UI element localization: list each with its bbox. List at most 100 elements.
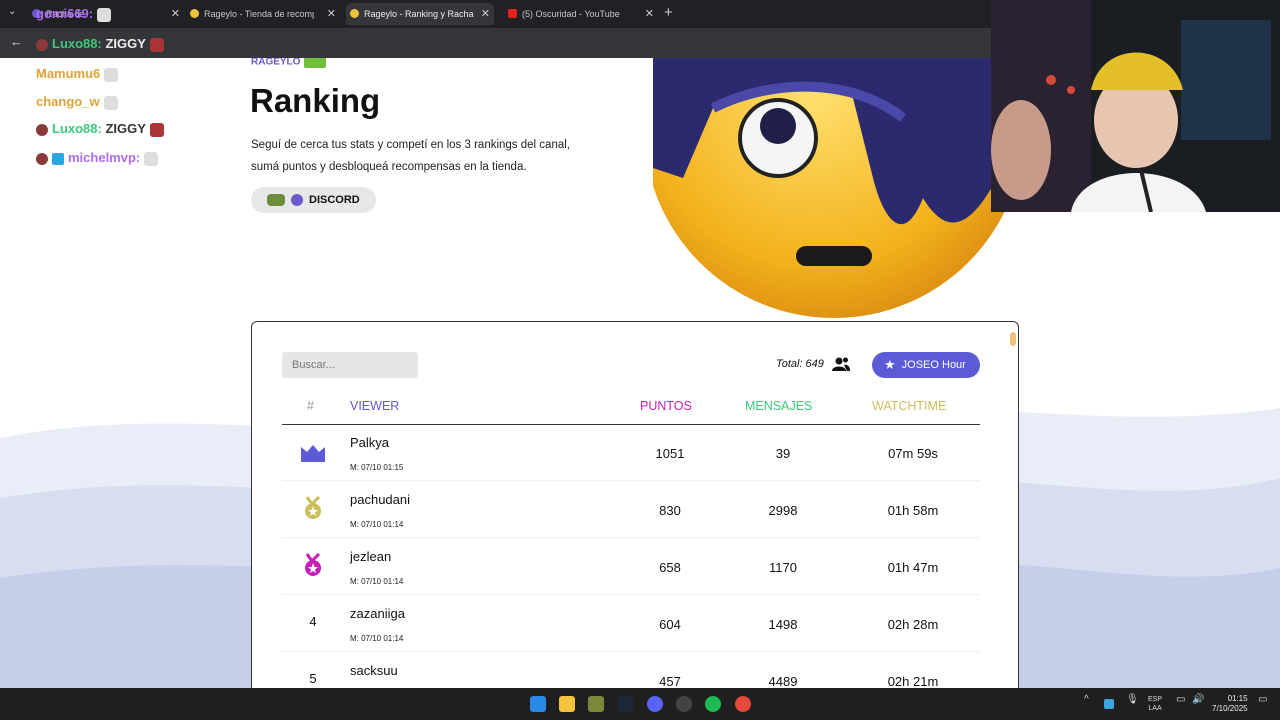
brand-text: RAGEYLO	[251, 58, 301, 68]
watchtime-value: 02h 28m	[887, 617, 939, 632]
tab-close-icon[interactable]: ✕	[645, 7, 654, 20]
chat-username: chango_w	[36, 94, 100, 109]
tab-close-icon[interactable]: ✕	[171, 7, 180, 20]
clock-time: 01:15	[1227, 694, 1248, 703]
search-input[interactable]	[282, 352, 418, 378]
webcam-overlay	[991, 0, 1280, 212]
viewer-last-message-date: M: 07/10 01:14	[350, 577, 404, 586]
chat-text: ZIGGY	[105, 36, 146, 51]
users-icon	[832, 357, 850, 371]
system-clock[interactable]: 01:15 7/10/2025	[1212, 694, 1248, 714]
table-row[interactable]: Palkya M: 07/10 01:15 1051 39 07m 59s	[282, 425, 980, 481]
viewer-name: sacksuu	[350, 663, 398, 678]
emote-icon	[103, 95, 118, 110]
channel-avatar	[653, 58, 1015, 318]
page-description: Seguí de cerca tus stats y competí en lo…	[251, 139, 570, 173]
emote-icon	[144, 151, 159, 166]
viewer-name: zazaniiga	[350, 606, 405, 621]
watchtime-value: 01h 58m	[887, 503, 939, 518]
chat-username: Luxo88:	[52, 121, 102, 136]
column-header-messages[interactable]: MENSAJES	[745, 399, 812, 413]
column-header-watchtime[interactable]: WATCHTIME	[872, 399, 946, 413]
messages-value: 4489	[768, 674, 798, 688]
column-header-points[interactable]: PUNTOS	[640, 399, 692, 413]
page-title: Ranking	[250, 82, 381, 119]
volume-icon[interactable]: 🔊	[1192, 695, 1204, 705]
chat-username: michelmvp:	[68, 150, 141, 165]
chat-message: chango_w	[36, 94, 118, 110]
ranking-table-card: Total: 649 ★ JOSEO Hour # VIEWER PUNTOS …	[251, 321, 1019, 688]
obs-icon[interactable]	[676, 696, 692, 712]
network-icon[interactable]: ▭	[1176, 695, 1185, 705]
tab-label: (5) Oscuridad - YouTube	[522, 9, 620, 19]
gold-medal-icon	[305, 496, 321, 519]
tab-favicon-icon	[190, 9, 199, 18]
chat-username: Luxo88:	[52, 36, 102, 51]
minecraft-icon[interactable]	[588, 696, 604, 712]
tab-label: Rageylo - Tienda de recompen	[204, 9, 314, 19]
tab-4[interactable]: (5) Oscuridad - YouTube ✕	[508, 3, 654, 25]
column-header-rank: #	[307, 399, 314, 413]
keyboard-layout: LAA	[1148, 705, 1162, 712]
steam-icon[interactable]	[617, 696, 633, 712]
messages-value: 2998	[768, 503, 798, 518]
file-explorer-icon[interactable]	[559, 696, 575, 712]
chrome-icon[interactable]	[735, 696, 751, 712]
crown-icon	[301, 445, 325, 462]
tab-search-menu-icon[interactable]: ⌄	[8, 6, 16, 17]
discord-icon[interactable]	[647, 696, 663, 712]
chat-username: Mamumu6	[36, 66, 101, 81]
emote-icon	[149, 37, 164, 52]
points-value: 830	[659, 503, 681, 518]
chat-text: ZIGGY	[105, 121, 146, 136]
tab-label: Rageylo - Ranking y Racha de	[364, 9, 474, 19]
tab-3-active[interactable]: Rageylo - Ranking y Racha de ✕	[346, 3, 494, 25]
discord-label: DISCORD	[309, 194, 360, 206]
star-icon: ★	[884, 357, 896, 372]
joseo-hour-button[interactable]: ★ JOSEO Hour	[872, 352, 980, 378]
brand-emote-icon	[304, 58, 327, 68]
viewer-name: jezlean	[350, 549, 392, 564]
defender-icon[interactable]	[1104, 699, 1114, 709]
tab-close-icon[interactable]: ✕	[327, 7, 336, 20]
viewer-last-message-date: M: 07/10 01:14	[350, 634, 404, 643]
tab-close-icon[interactable]: ✕	[481, 7, 490, 20]
avatar	[36, 38, 48, 51]
chat-message: gomi669:	[36, 6, 112, 22]
column-header-viewer[interactable]: VIEWER	[350, 399, 399, 413]
viewer-name: Palkya	[350, 435, 390, 450]
discord-button[interactable]: DISCORD	[251, 187, 376, 213]
pink-medal-icon	[305, 553, 321, 576]
points-value: 1051	[655, 446, 685, 461]
emote-icon	[104, 67, 119, 82]
new-tab-button[interactable]: +	[664, 4, 673, 21]
table-row[interactable]: pachudani M: 07/10 01:14 830 2998 01h 58…	[282, 482, 980, 538]
watchtime-value: 01h 47m	[887, 560, 939, 575]
table-row[interactable]: 4 zazaniiga M: 07/10 01:14 604 1498 02h …	[282, 596, 980, 652]
points-value: 604	[659, 617, 681, 632]
back-arrow-icon[interactable]: ←	[10, 34, 23, 49]
table-row[interactable]: jezlean M: 07/10 01:14 658 1170 01h 47m	[282, 539, 980, 595]
notification-icon[interactable]: ▭	[1258, 695, 1267, 705]
chat-message: Luxo88: ZIGGY	[36, 36, 164, 52]
tab-2[interactable]: Rageylo - Tienda de recompen ✕	[190, 3, 336, 25]
clock-date: 7/10/2025	[1212, 704, 1248, 713]
frog-emote-icon	[267, 194, 285, 206]
windows-start-icon[interactable]	[530, 696, 546, 712]
total-count: Total: 649	[776, 358, 824, 370]
youtube-icon	[508, 9, 517, 18]
spotify-icon[interactable]	[705, 696, 721, 712]
scrollbar-thumb[interactable]	[1010, 332, 1016, 346]
language-indicator[interactable]: ESP LAA	[1148, 695, 1162, 713]
emote-icon	[97, 7, 112, 22]
emote-icon	[149, 122, 164, 137]
viewer-last-message-date: M: 07/10 01:15	[350, 463, 404, 472]
points-value: 658	[659, 560, 681, 575]
chat-message: Mamumu6	[36, 66, 119, 82]
watchtime-value: 02h 21m	[887, 674, 939, 688]
tray-overflow-icon[interactable]: ^	[1084, 695, 1089, 705]
microphone-icon[interactable]: 🎙	[1126, 695, 1139, 705]
rank-number: 4	[309, 614, 317, 629]
os-taskbar: ^ 🎙 ESP LAA ▭ 🔊 01:15 7/10/2025 ▭	[0, 688, 1280, 720]
table-row[interactable]: 5 sacksuu 457 4489 02h 21m	[282, 653, 980, 688]
